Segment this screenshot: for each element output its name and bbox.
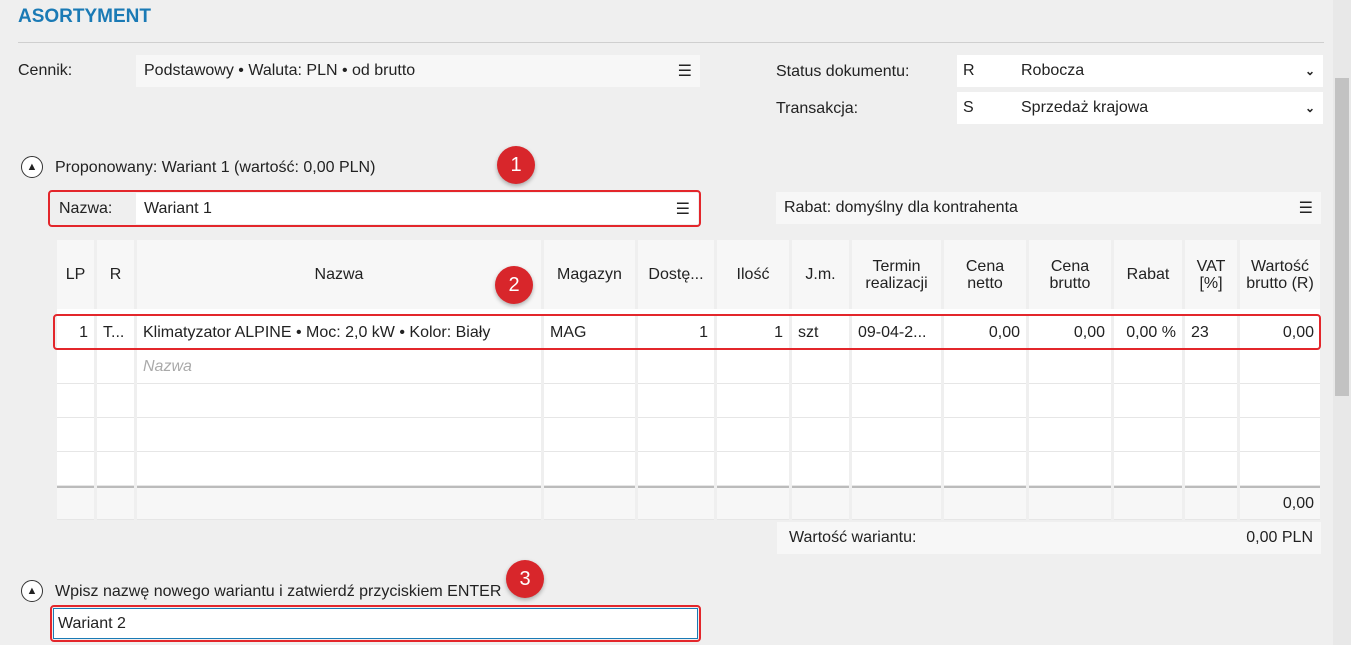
status-code: R — [963, 62, 975, 79]
status-value: Robocza — [1021, 62, 1085, 79]
highlight-box — [53, 314, 1321, 350]
menu-icon[interactable]: ☰ — [676, 199, 690, 219]
col-cena-brutto[interactable]: Cena brutto — [1029, 240, 1111, 309]
col-vat[interactable]: VAT [%] — [1185, 240, 1237, 309]
table-footer-row: 0,00 — [57, 486, 1320, 520]
new-row[interactable]: Nazwa — [57, 350, 1320, 384]
variant-name-value: Wariant 1 — [144, 199, 212, 217]
col-termin[interactable]: Termin realizacji — [852, 240, 941, 309]
section-title: ASORTYMENT — [18, 6, 151, 27]
col-rabat[interactable]: Rabat — [1114, 240, 1182, 309]
col-wartosc[interactable]: Wartość brutto (R) — [1240, 240, 1320, 309]
transakcja-value: Sprzedaż krajowa — [1021, 99, 1149, 116]
collapse-up-icon[interactable]: ▲ — [21, 156, 43, 178]
status-label: Status dokumentu: — [776, 63, 910, 80]
col-lp[interactable]: LP — [57, 240, 94, 309]
new-row-name-placeholder[interactable]: Nazwa — [137, 350, 541, 384]
footer-total: 0,00 — [1240, 486, 1320, 520]
new-variant-input[interactable]: Wariant 2 — [53, 608, 698, 639]
col-magazyn[interactable]: Magazyn — [544, 240, 635, 309]
transakcja-label: Transakcja: — [776, 100, 859, 117]
new-variant-value: Wariant 2 — [58, 614, 126, 632]
col-jm[interactable]: J.m. — [792, 240, 849, 309]
empty-row — [57, 452, 1320, 486]
transakcja-select[interactable]: S Sprzedaż krajowa ⌄ — [957, 92, 1323, 124]
cennik-label: Cennik: — [18, 62, 73, 79]
transakcja-code: S — [963, 99, 974, 116]
col-nazwa[interactable]: Nazwa — [137, 240, 541, 309]
table-header-row: LP R Nazwa Magazyn Dostę... Ilość J.m. T… — [57, 240, 1320, 309]
collapse-up-icon[interactable]: ▲ — [21, 580, 43, 602]
variant-value-bar: Wartość wariantu: 0,00 PLN — [777, 522, 1321, 554]
col-dostepnosc[interactable]: Dostę... — [638, 240, 714, 309]
annotation-badge-3: 3 — [506, 560, 544, 598]
empty-row — [57, 384, 1320, 418]
proposed-title: Proponowany: Wariant 1 (wartość: 0,00 PL… — [55, 159, 376, 176]
cennik-value: Podstawowy • Waluta: PLN • od brutto — [144, 62, 416, 79]
items-table: LP R Nazwa Magazyn Dostę... Ilość J.m. T… — [54, 240, 1323, 520]
col-ilosc[interactable]: Ilość — [717, 240, 789, 309]
empty-row — [57, 418, 1320, 452]
cennik-field[interactable]: Podstawowy • Waluta: PLN • od brutto ☰ — [136, 55, 700, 87]
status-select[interactable]: R Robocza ⌄ — [957, 55, 1323, 87]
menu-icon[interactable]: ☰ — [1299, 198, 1313, 218]
chevron-down-icon: ⌄ — [1304, 101, 1315, 115]
name-label: Nazwa: — [51, 193, 136, 224]
annotation-badge-2: 2 — [495, 266, 533, 304]
scrollbar-thumb[interactable] — [1335, 78, 1349, 396]
variant-name-input[interactable]: Wariant 1 ☰ — [136, 193, 698, 224]
col-cena-netto[interactable]: Cena netto — [944, 240, 1026, 309]
rabat-field[interactable]: Rabat: domyślny dla kontrahenta ☰ — [776, 192, 1321, 224]
new-variant-title: Wpisz nazwę nowego wariantu i zatwierdź … — [55, 583, 502, 600]
divider — [18, 42, 1324, 43]
rabat-value: Rabat: domyślny dla kontrahenta — [784, 199, 1018, 216]
menu-icon[interactable]: ☰ — [678, 61, 692, 81]
col-r[interactable]: R — [97, 240, 134, 309]
annotation-badge-1: 1 — [497, 146, 535, 184]
variant-value-label: Wartość wariantu: — [789, 529, 917, 546]
chevron-down-icon: ⌄ — [1304, 64, 1315, 78]
variant-value: 0,00 PLN — [1246, 529, 1313, 546]
